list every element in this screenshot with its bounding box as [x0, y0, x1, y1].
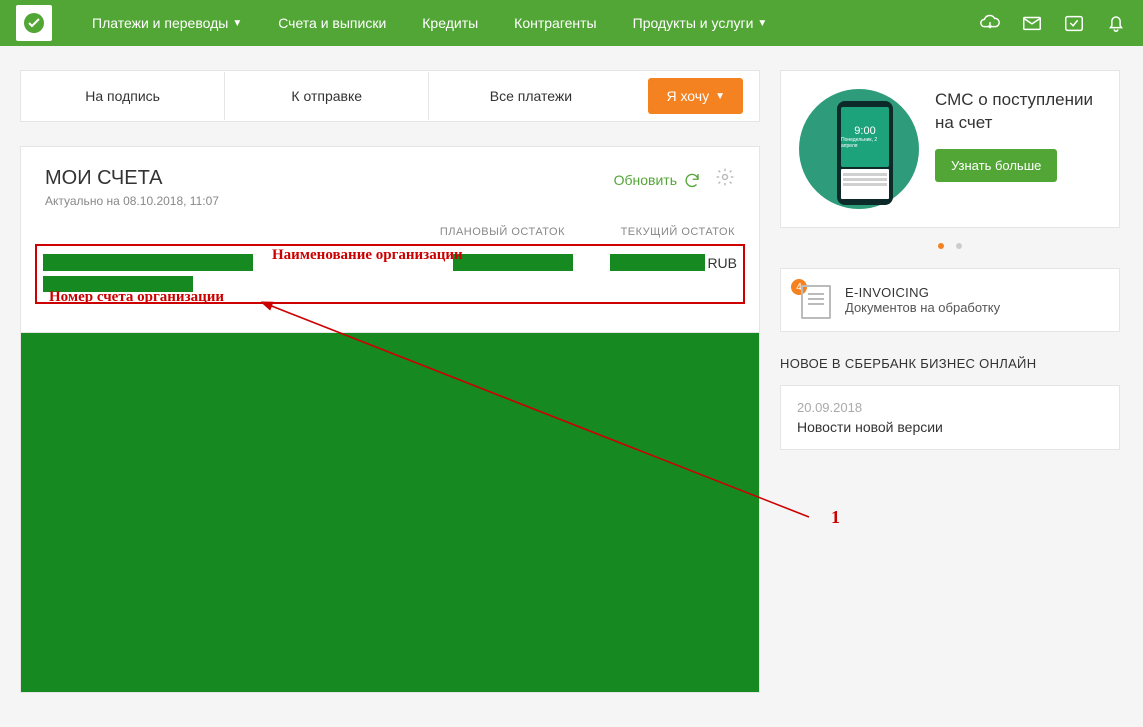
nav-credits[interactable]: Кредиты [406, 7, 494, 39]
nav-label: Платежи и переводы [92, 15, 228, 31]
my-accounts-card: МОИ СЧЕТА Актуально на 08.10.2018, 11:07… [20, 146, 760, 333]
account-row[interactable]: RUB [43, 254, 737, 292]
caret-down-icon: ▼ [757, 18, 767, 29]
card-title: МОИ СЧЕТА [45, 167, 219, 190]
cloud-download-icon[interactable] [979, 12, 1001, 34]
annotation-account-number: Номер счета организации [49, 288, 224, 306]
nav-products[interactable]: Продукты и услуги▼ [617, 7, 784, 39]
news-block: НОВОЕ В СБЕРБАНК БИЗНЕС ОНЛАЙН 20.09.201… [780, 356, 1120, 450]
tab-to-sign[interactable]: На подпись [21, 72, 225, 120]
caret-down-icon: ▼ [715, 91, 725, 102]
phone-time: 9:00 [854, 125, 875, 137]
carousel-dots [780, 236, 1120, 254]
news-item[interactable]: 20.09.2018 Новости новой версии [780, 385, 1120, 450]
main-nav: Платежи и переводы ▼ Счета и выписки Кред… [76, 7, 979, 39]
topbar-actions [979, 12, 1127, 34]
caret-down-icon: ▼ [232, 18, 242, 29]
nav-payments[interactable]: Платежи и переводы ▼ [76, 7, 258, 39]
nav-label: Счета и выписки [278, 15, 386, 31]
nav-label: Кредиты [422, 15, 478, 31]
promo-card: 9:00 Понедельник, 2 апреля СМС о поступл… [780, 70, 1120, 228]
main-column: На подпись К отправке Все платежи Я хочу… [20, 70, 760, 693]
nav-accounts[interactable]: Счета и выписки [262, 7, 402, 39]
redacted-content-block [20, 333, 760, 693]
redacted-org-name [43, 254, 253, 271]
refresh-icon [683, 171, 701, 189]
inbox-check-icon[interactable] [1063, 12, 1085, 34]
news-heading: НОВОЕ В СБЕРБАНК БИЗНЕС ОНЛАЙН [780, 356, 1120, 371]
col-current: ТЕКУЩИЙ ОСТАТОК [565, 226, 735, 238]
promo-illustration: 9:00 Понедельник, 2 апреля [799, 89, 919, 209]
refresh-label: Обновить [614, 172, 677, 188]
gear-icon [715, 167, 735, 187]
accounts-table-header: ПЛАНОВЫЙ ОСТАТОК ТЕКУЩИЙ ОСТАТОК [45, 226, 735, 238]
phone-icon: 9:00 Понедельник, 2 апреля [837, 101, 893, 205]
refresh-button[interactable]: Обновить [614, 171, 701, 189]
tab-all-payments[interactable]: Все платежи [429, 72, 632, 120]
nav-counterparties[interactable]: Контрагенты [498, 7, 612, 39]
settings-button[interactable] [715, 167, 735, 192]
top-navbar: Платежи и переводы ▼ Счета и выписки Кред… [0, 0, 1143, 46]
mail-icon[interactable] [1021, 12, 1043, 34]
news-title: Новости новой версии [797, 419, 1103, 435]
carousel-dot[interactable] [938, 243, 944, 249]
nav-label: Контрагенты [514, 15, 596, 31]
bell-icon[interactable] [1105, 12, 1127, 34]
document-icon: 4 [797, 283, 831, 317]
einvoicing-card[interactable]: 4 E-INVOICING Документов на обработку [780, 268, 1120, 332]
i-want-button[interactable]: Я хочу ▼ [648, 78, 743, 114]
nav-label: Продукты и услуги [633, 15, 754, 31]
payment-tabs: На подпись К отправке Все платежи Я хочу… [20, 70, 760, 122]
learn-more-button[interactable]: Узнать больше [935, 149, 1057, 182]
col-planned: ПЛАНОВЫЙ ОСТАТОК [425, 226, 565, 238]
account-row-highlight: Наименование организации RUB Номер счета… [35, 244, 745, 304]
einvoice-subtitle: Документов на обработку [845, 300, 1000, 315]
redacted-planned-balance [453, 254, 573, 271]
annotation-marker-1: 1 [831, 507, 840, 528]
sberbank-logo-icon [22, 11, 46, 35]
currency-label: RUB [707, 255, 737, 271]
news-date: 20.09.2018 [797, 400, 1103, 415]
einvoice-title: E-INVOICING [845, 285, 1000, 300]
phone-date: Понедельник, 2 апреля [841, 137, 889, 149]
tab-to-send[interactable]: К отправке [225, 72, 429, 120]
sidebar: 9:00 Понедельник, 2 апреля СМС о поступл… [780, 70, 1120, 693]
logo[interactable] [16, 5, 52, 41]
card-subtitle: Актуально на 08.10.2018, 11:07 [45, 194, 219, 208]
redacted-current-balance [610, 254, 705, 271]
promo-title: СМС о поступлении на счет [935, 89, 1101, 135]
button-label: Я хочу [666, 88, 709, 104]
carousel-dot[interactable] [956, 243, 962, 249]
